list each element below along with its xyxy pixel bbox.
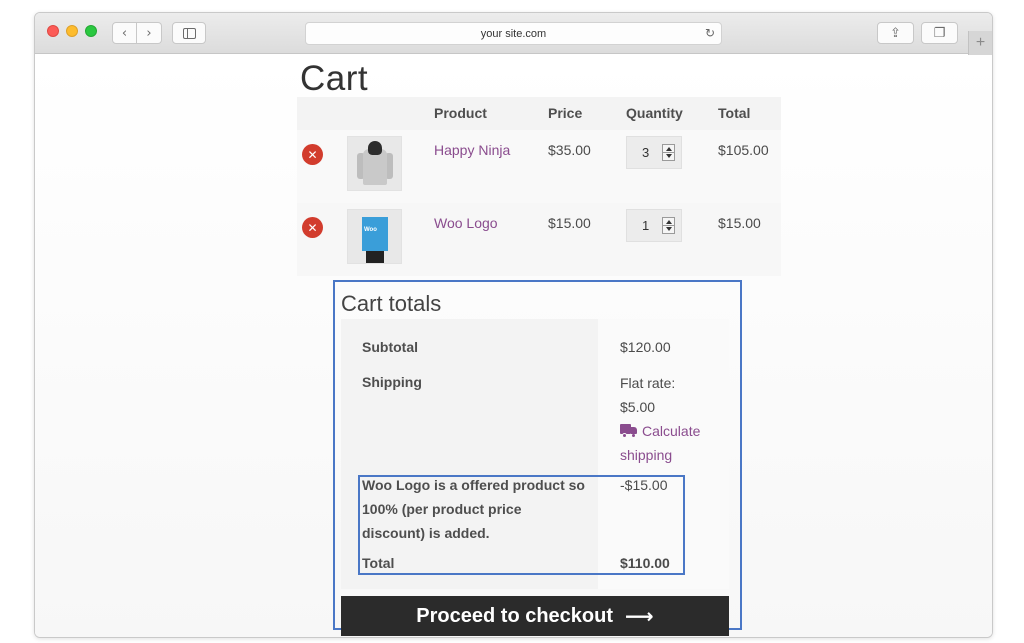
share-button[interactable]: ⇪	[877, 22, 914, 44]
remove-item-icon[interactable]: ✕	[302, 217, 323, 238]
sidebar-icon	[182, 27, 196, 39]
quantity-value: 1	[642, 218, 650, 233]
item-price: $35.00	[548, 142, 591, 158]
address-bar[interactable]: your site.com ↻	[305, 22, 722, 45]
cart-totals-title: Cart totals	[341, 291, 442, 316]
page-content: Cart Product Price Quantity Total ✕ Happ…	[35, 55, 992, 637]
page-title: Cart	[300, 59, 369, 98]
new-tab-button[interactable]: +	[968, 31, 992, 55]
forward-button[interactable]: ›	[137, 22, 162, 44]
spinner-arrows-icon[interactable]	[662, 217, 675, 234]
subtotal-value: $120.00	[620, 339, 671, 355]
tabs-icon: ❐	[933, 25, 946, 41]
column-header-total: Total	[718, 105, 751, 121]
checkout-label: Proceed to checkout	[416, 604, 614, 627]
discount-highlight-box	[358, 475, 685, 575]
back-button[interactable]: ‹	[112, 22, 137, 44]
shipping-value: Flat rate: $5.00 Calculate shipping	[620, 371, 700, 467]
cart-table: Product Price Quantity Total ✕ Happy Nin…	[297, 97, 781, 276]
truck-icon	[620, 424, 638, 438]
plus-icon: +	[975, 34, 986, 51]
chevron-right-icon: ›	[146, 25, 152, 41]
item-price: $15.00	[548, 215, 591, 231]
sidebar-toggle-button[interactable]	[172, 22, 206, 44]
poster-logo-text: Woo	[364, 227, 377, 233]
shipping-rate-line1: Flat rate:	[620, 375, 676, 391]
poster-image[interactable]: Woo	[347, 209, 402, 264]
proceed-to-checkout-button[interactable]: Proceed to checkout ⟶	[341, 596, 729, 636]
item-total: $15.00	[718, 215, 761, 231]
calculate-shipping-link[interactable]: Calculate	[620, 419, 700, 443]
calculate-shipping-line1: Calculate	[642, 423, 701, 439]
remove-item-icon[interactable]: ✕	[302, 144, 323, 165]
quantity-value: 3	[642, 145, 650, 160]
column-header-quantity: Quantity	[626, 105, 683, 121]
share-icon: ⇪	[890, 25, 901, 41]
minimize-window-button[interactable]	[66, 25, 78, 37]
column-header-product: Product	[434, 105, 487, 121]
quantity-stepper[interactable]: 3	[626, 136, 682, 169]
spinner-arrows-icon[interactable]	[662, 144, 675, 161]
chevron-left-icon: ‹	[121, 25, 128, 41]
cart-item-row: ✕ Woo Woo Logo $15.00 1 $15.00	[297, 203, 781, 276]
quantity-stepper[interactable]: 1	[626, 209, 682, 242]
url-text: your site.com	[480, 27, 547, 40]
browser-toolbar: ‹ › your site.com ↻ ⇪ ❐ +	[35, 13, 992, 55]
close-window-button[interactable]	[47, 25, 59, 37]
column-header-price: Price	[548, 105, 583, 121]
show-tabs-button[interactable]: ❐	[921, 22, 958, 44]
subtotal-label: Subtotal	[362, 339, 418, 355]
shipping-rate-line2: $5.00	[620, 399, 656, 415]
zoom-window-button[interactable]	[85, 25, 97, 37]
cart-table-header: Product Price Quantity Total	[297, 97, 781, 130]
cart-item-row: ✕ Happy Ninja $35.00 3 $105.00	[297, 130, 781, 203]
reload-icon[interactable]: ↻	[705, 26, 715, 40]
calculate-shipping-line2[interactable]: shipping	[620, 443, 700, 467]
shipping-label: Shipping	[362, 374, 422, 390]
arrow-right-icon: ⟶	[625, 604, 654, 628]
browser-window: ‹ › your site.com ↻ ⇪ ❐ + Cart Product P…	[34, 12, 993, 638]
product-link[interactable]: Happy Ninja	[434, 142, 510, 158]
item-total: $105.00	[718, 142, 769, 158]
product-link[interactable]: Woo Logo	[434, 215, 498, 231]
hoodie-image[interactable]	[347, 136, 402, 191]
